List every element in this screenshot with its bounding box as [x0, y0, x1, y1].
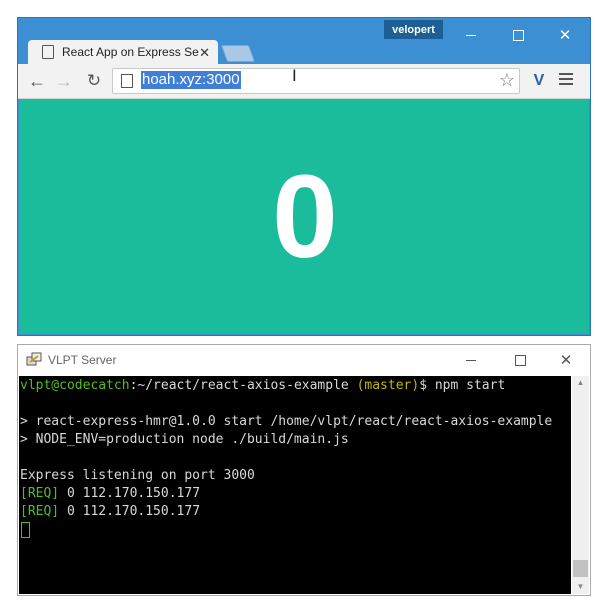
prompt-user: vlpt@codecatch: [20, 378, 130, 393]
maximize-icon: [514, 354, 526, 366]
scroll-up-icon[interactable]: ▲: [572, 376, 589, 390]
output-line: > react-express-hmr@1.0.0 start /home/vl…: [20, 414, 553, 429]
terminal-window: VLPT Server ✕ vlpt@codecatch:~/react/rea…: [18, 345, 590, 595]
terminal-close-button[interactable]: ✕: [549, 349, 583, 371]
close-icon: ✕: [559, 352, 573, 369]
minimize-button[interactable]: [454, 24, 488, 46]
browser-toolbar: ← → ↻ hoah.xyz:3000 ☆ V: [18, 64, 590, 99]
scroll-down-icon[interactable]: ▼: [572, 580, 589, 594]
page-info-icon[interactable]: [121, 74, 133, 88]
terminal-minimize-button[interactable]: [454, 349, 488, 371]
request-log-line: [REQ] 0 112.170.150.177: [20, 504, 200, 520]
maximize-button[interactable]: [501, 24, 535, 46]
minimize-icon: [466, 359, 476, 361]
terminal-titlebar[interactable]: VLPT Server ✕: [18, 345, 590, 375]
prompt-path: :~/react/react-axios-example: [129, 378, 357, 393]
output-line: Express listening on port 3000: [20, 468, 255, 483]
close-icon: ✕: [558, 26, 572, 44]
tab-close-icon[interactable]: ✕: [199, 45, 210, 61]
back-arrow-icon[interactable]: ←: [27, 71, 47, 91]
reload-icon[interactable]: ↻: [84, 71, 104, 91]
terminal-scrollbar[interactable]: ▲ ▼: [572, 376, 589, 594]
hamburger-menu-icon[interactable]: [559, 73, 573, 88]
page-content: 0: [19, 99, 589, 334]
output-line: > NODE_ENV=production node ./build/main.…: [20, 432, 349, 447]
page-icon: [42, 45, 54, 59]
prompt-command: $ npm start: [419, 378, 506, 393]
terminal-cursor: [21, 522, 30, 538]
req-info: 0 112.170.150.177: [59, 486, 201, 501]
prompt-line: vlpt@codecatch:~/react/react-axios-examp…: [20, 378, 505, 394]
browser-tab[interactable]: React App on Express Se ✕: [28, 40, 218, 64]
req-info: 0 112.170.150.177: [59, 504, 201, 519]
putty-icon: [26, 352, 42, 366]
vue-devtools-icon[interactable]: V: [529, 71, 549, 91]
forward-arrow-icon[interactable]: →: [54, 71, 74, 91]
terminal-output[interactable]: vlpt@codecatch:~/react/react-axios-examp…: [19, 376, 571, 594]
new-tab-button[interactable]: [220, 45, 256, 62]
address-bar[interactable]: hoah.xyz:3000 ☆: [112, 68, 520, 94]
prompt-branch: (master): [356, 378, 420, 393]
req-tag: [REQ]: [20, 486, 60, 501]
profile-badge[interactable]: velopert: [384, 20, 443, 39]
terminal-title: VLPT Server: [48, 353, 117, 367]
browser-window: velopert ✕ React App on Express Se ✕ ← →…: [18, 18, 590, 335]
maximize-icon: [512, 29, 524, 41]
url-text[interactable]: hoah.xyz:3000: [141, 71, 241, 89]
scroll-thumb[interactable]: [573, 560, 588, 577]
text-cursor-icon: I: [292, 66, 297, 85]
req-tag: [REQ]: [20, 504, 60, 519]
request-log-line: [REQ] 0 112.170.150.177: [20, 486, 200, 502]
terminal-maximize-button[interactable]: [503, 349, 537, 371]
minimize-icon: [466, 34, 476, 36]
browser-titlebar[interactable]: velopert ✕ React App on Express Se ✕: [18, 18, 590, 64]
tab-title: React App on Express Se: [62, 45, 199, 59]
counter-value: 0: [272, 150, 338, 283]
star-icon[interactable]: ☆: [499, 70, 515, 91]
close-button[interactable]: ✕: [548, 24, 582, 46]
